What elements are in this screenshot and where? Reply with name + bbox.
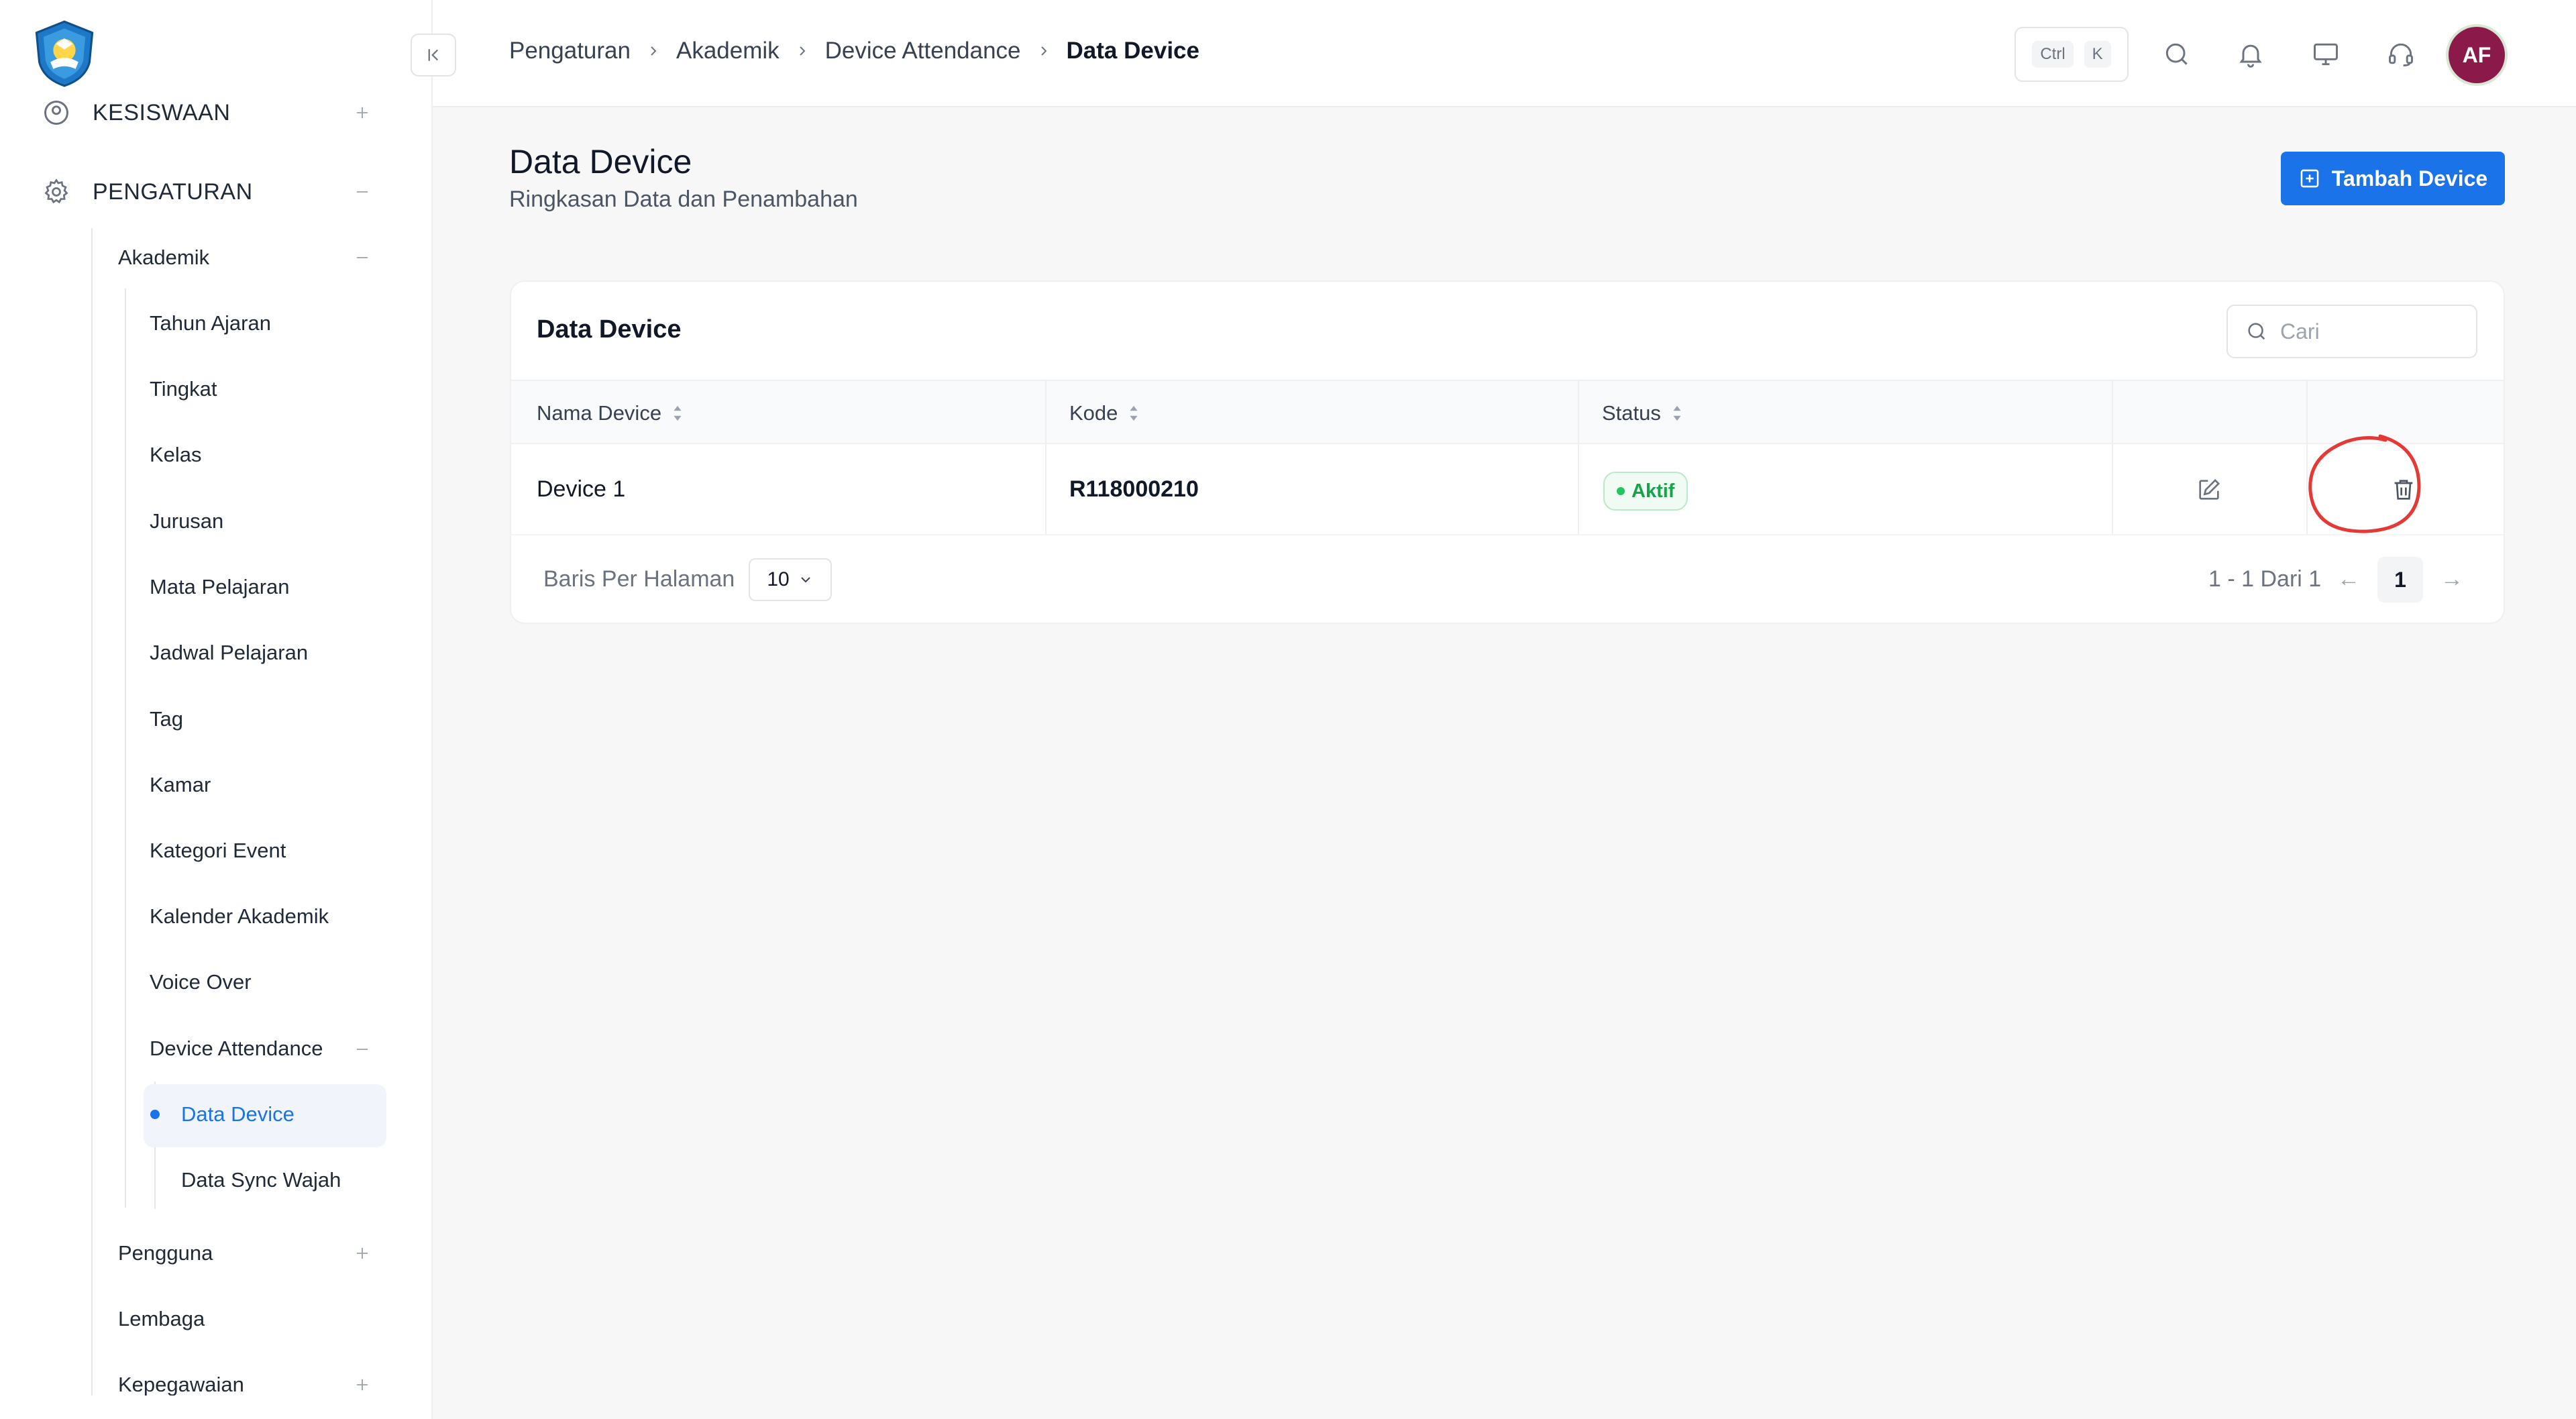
status-label: Aktif	[1631, 480, 1675, 502]
sidebar-item-jurusan[interactable]: Jurusan	[150, 509, 223, 533]
breadcrumb: Pengaturan Akademik Device Attendance Da…	[509, 38, 1199, 64]
sidebar-item-kategori-event[interactable]: Kategori Event	[150, 839, 286, 863]
collapse-sidebar-button[interactable]	[411, 34, 456, 76]
annotation-circle	[2308, 434, 2421, 533]
breadcrumb-item[interactable]: Device Attendance	[825, 38, 1021, 64]
next-page-button[interactable]: →	[2440, 566, 2463, 592]
collapse-icon[interactable]	[352, 1039, 373, 1060]
prev-page-button[interactable]: ←	[2337, 566, 2360, 592]
expand-icon[interactable]	[352, 1374, 373, 1396]
collapse-left-icon	[428, 49, 439, 61]
sidebar-item-pengguna[interactable]: Pengguna	[118, 1241, 213, 1265]
search-placeholder: Cari	[2280, 319, 2320, 344]
user-circle-icon	[40, 97, 72, 129]
sidebar-item-kamar[interactable]: Kamar	[150, 773, 211, 797]
sidebar-item-device-attendance[interactable]: Device Attendance	[150, 1037, 323, 1061]
sidebar-item-lembaga[interactable]: Lembaga	[118, 1307, 205, 1331]
sidebar-item-akademik[interactable]: Akademik	[118, 246, 209, 270]
sidebar: KESISWAAN PENGATURAN Akademik Tahun Ajar…	[0, 0, 433, 1419]
collapse-icon[interactable]	[352, 181, 373, 203]
breadcrumb-item[interactable]: Akademik	[676, 38, 780, 64]
sidebar-item-kepegawaian[interactable]: Kepegawaian	[118, 1373, 244, 1397]
search-icon	[2248, 323, 2265, 340]
edit-button[interactable]	[2192, 473, 2226, 507]
expand-icon[interactable]	[352, 102, 373, 123]
search-input[interactable]: Cari	[2226, 305, 2477, 358]
sort-icon	[1130, 405, 1138, 421]
sidebar-item-mata-pelajaran[interactable]: Mata Pelajaran	[150, 575, 290, 599]
search-icon[interactable]	[2160, 38, 2194, 71]
bell-icon[interactable]	[2234, 38, 2267, 71]
status-dot-icon	[1617, 487, 1625, 495]
monitor-icon[interactable]	[2309, 38, 2343, 71]
page-title: Data Device	[509, 143, 692, 180]
sidebar-item-data-device[interactable]: Data Device	[181, 1102, 294, 1126]
data-device-card: Data Device Cari Nama Device Kode Status…	[510, 280, 2505, 624]
expand-icon[interactable]	[352, 1243, 373, 1264]
pagination-range: 1 - 1 Dari 1	[2208, 566, 2322, 592]
column-header-nama-device[interactable]: Nama Device	[537, 381, 684, 445]
sidebar-item-tag[interactable]: Tag	[150, 707, 183, 731]
add-device-button[interactable]: Tambah Device	[2281, 152, 2505, 205]
kbd-ctrl: Ctrl	[2032, 41, 2074, 68]
chevron-right-icon	[794, 43, 810, 59]
chevron-down-icon	[800, 577, 810, 583]
sidebar-section-pengaturan[interactable]: PENGATURAN	[40, 176, 253, 208]
chevron-right-icon	[645, 43, 661, 59]
kbd-k: K	[2084, 41, 2111, 68]
sidebar-item-kelas[interactable]: Kelas	[150, 443, 202, 467]
sidebar-item-jadwal-pelajaran[interactable]: Jadwal Pelajaran	[150, 641, 308, 665]
column-header-label: Nama Device	[537, 401, 662, 425]
sidebar-section-kesiswaan[interactable]: KESISWAAN	[40, 97, 230, 129]
command-palette-shortcut[interactable]: Ctrl K	[2015, 27, 2129, 82]
page-number-button[interactable]: 1	[2377, 557, 2423, 602]
sidebar-item-data-sync-wajah[interactable]: Data Sync Wajah	[181, 1168, 341, 1192]
avatar[interactable]: AF	[2449, 27, 2505, 83]
chevron-right-icon	[1036, 43, 1052, 59]
column-header-label: Kode	[1069, 401, 1118, 425]
column-header-status[interactable]: Status	[1602, 381, 1684, 445]
table-header: Nama Device Kode Status	[511, 380, 2504, 444]
breadcrumb-current: Data Device	[1066, 38, 1199, 64]
sidebar-item-tahun-ajaran[interactable]: Tahun Ajaran	[150, 311, 271, 335]
sidebar-section-label: PENGATURAN	[93, 178, 253, 205]
column-header-label: Status	[1602, 401, 1661, 425]
school-logo	[35, 20, 94, 87]
edit-icon	[2199, 478, 2220, 500]
cell-device-code: R118000210	[1069, 476, 1199, 502]
rows-per-page-label: Baris Per Halaman	[543, 566, 735, 592]
sidebar-section-label: KESISWAAN	[93, 99, 231, 125]
card-title: Data Device	[537, 315, 682, 344]
add-device-label: Tambah Device	[2331, 166, 2488, 191]
tree-line	[125, 288, 126, 1208]
collapse-icon[interactable]	[352, 247, 373, 268]
plus-square-icon	[2300, 169, 2319, 188]
sidebar-item-voice-over[interactable]: Voice Over	[150, 970, 252, 994]
sort-icon	[674, 405, 682, 421]
column-header-kode[interactable]: Kode	[1069, 381, 1140, 445]
page-subtitle: Ringkasan Data dan Penambahan	[509, 187, 858, 212]
status-badge: Aktif	[1603, 472, 1688, 511]
tree-line	[91, 228, 93, 1396]
rows-per-page-select[interactable]: 10	[749, 558, 832, 601]
rows-per-page-value: 10	[767, 568, 790, 590]
sidebar-item-tingkat[interactable]: Tingkat	[150, 377, 217, 401]
gear-icon	[40, 176, 72, 208]
sort-icon	[1673, 405, 1681, 421]
sidebar-item-kalender-akademik[interactable]: Kalender Akademik	[150, 904, 329, 929]
active-dot-icon	[150, 1110, 160, 1119]
cell-device-name: Device 1	[537, 476, 626, 502]
headset-icon[interactable]	[2384, 38, 2418, 71]
breadcrumb-item[interactable]: Pengaturan	[509, 38, 631, 64]
